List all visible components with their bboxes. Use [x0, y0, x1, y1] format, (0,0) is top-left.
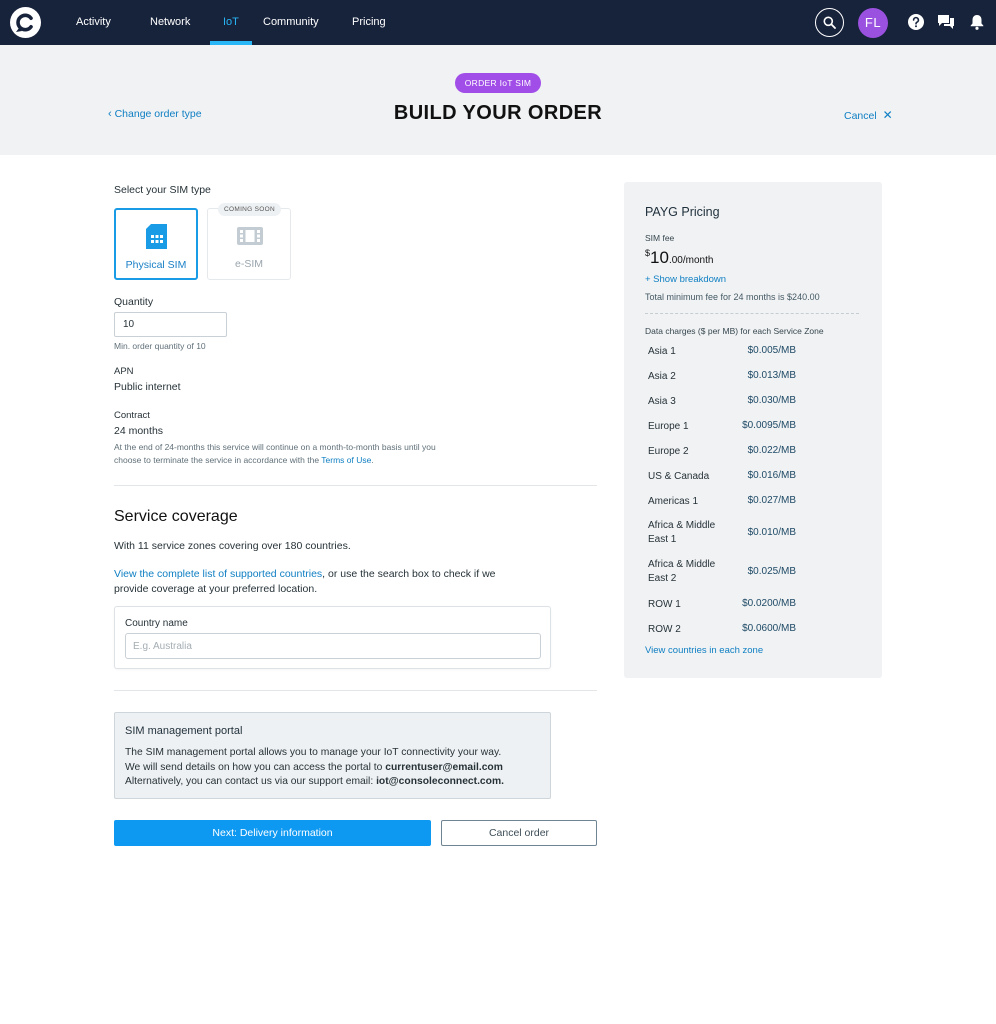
zone-name: Asia 3: [648, 396, 676, 407]
sim-type-heading: Select your SIM type: [114, 184, 211, 196]
order-type-badge: ORDER IoT SIM: [455, 73, 541, 93]
data-charges-heading: Data charges ($ per MB) for each Service…: [645, 326, 824, 336]
section-divider: [114, 690, 597, 691]
sim-card-icon: [146, 224, 167, 249]
help-icon[interactable]: [907, 13, 925, 31]
show-breakdown-link[interactable]: + Show breakdown: [645, 274, 726, 285]
nav-item-network[interactable]: Network: [150, 0, 190, 45]
contract-value: 24 months: [114, 425, 164, 437]
physical-sim-label: Physical SIM: [125, 259, 187, 271]
user-email: currentuser@email.com: [385, 761, 503, 773]
fee-minor: .00/month: [668, 255, 714, 266]
nav-item-iot[interactable]: IoT: [223, 0, 239, 45]
next-delivery-button[interactable]: Next: Delivery information: [114, 820, 431, 846]
quantity-input[interactable]: [114, 312, 227, 337]
order-header: ORDER IoT SIM BUILD YOUR ORDER ‹ Change …: [0, 45, 996, 155]
apn-label: APN: [114, 366, 134, 377]
chat-icon[interactable]: [937, 13, 955, 31]
payg-pricing-panel: PAYG Pricing SIM fee $10.00/month + Show…: [624, 182, 882, 678]
zone-price: $0.030/MB: [747, 395, 796, 406]
close-icon: ✕: [882, 108, 893, 122]
portal-text: The SIM management portal allows you to …: [125, 746, 545, 790]
zone-name: ROW 1: [648, 599, 681, 610]
zone-name: Asia 1: [648, 346, 676, 357]
zone-price: $0.0600/MB: [742, 623, 796, 634]
country-search-box: Country name: [114, 606, 551, 669]
top-navigation-bar: Activity Network IoT Community Pricing F…: [0, 0, 996, 45]
zone-price: $0.027/MB: [747, 495, 796, 506]
change-order-type-label: Change order type: [114, 108, 202, 120]
user-avatar[interactable]: FL: [858, 8, 888, 38]
cancel-link[interactable]: Cancel ✕: [844, 108, 893, 122]
zone-name: Africa & Middle East 2: [648, 559, 716, 584]
apn-value: Public internet: [114, 381, 181, 393]
search-button[interactable]: [815, 8, 844, 37]
console-connect-logo-icon[interactable]: [10, 7, 41, 38]
supported-countries-link[interactable]: View the complete list of supported coun…: [114, 568, 322, 580]
sim-fee-label: SIM fee: [645, 233, 675, 243]
zone-price: $0.013/MB: [747, 370, 796, 381]
contract-note-line2: choose to terminate the service in accor…: [114, 454, 322, 465]
coverage-summary: With 11 service zones covering over 180 …: [114, 540, 351, 552]
zone-name: US & Canada: [648, 471, 710, 482]
zone-price: $0.025/MB: [747, 566, 796, 577]
portal-line3: Alternatively, you can contact us via ou…: [125, 776, 377, 787]
chevron-left-icon: ‹: [108, 108, 112, 120]
cancel-label: Cancel: [844, 110, 877, 122]
portal-line1: The SIM management portal allows you to …: [125, 747, 502, 758]
zone-price: $0.022/MB: [747, 445, 796, 456]
coverage-description: View the complete list of supported coun…: [114, 567, 534, 597]
cancel-order-button[interactable]: Cancel order: [441, 820, 597, 846]
zone-name: Africa & Middle East 1: [648, 520, 716, 545]
contract-note-line1: At the end of 24-months this service wil…: [114, 442, 436, 452]
service-coverage-heading: Service coverage: [114, 508, 238, 525]
zone-name: ROW 2: [648, 624, 681, 635]
zone-name: Americas 1: [648, 496, 699, 507]
esim-icon: [237, 227, 263, 245]
country-name-label: Country name: [125, 618, 188, 629]
contract-label: Contract: [114, 410, 150, 421]
zone-name: Europe 2: [648, 446, 689, 457]
pricing-divider: [645, 313, 859, 314]
portal-line2: We will send details on how you can acce…: [125, 761, 386, 773]
section-divider: [114, 485, 597, 486]
nav-item-activity[interactable]: Activity: [76, 0, 111, 45]
nav-item-community[interactable]: Community: [263, 0, 319, 45]
sim-option-esim: e-SIM: [207, 208, 291, 280]
country-search-input[interactable]: [125, 633, 541, 659]
zone-name: Asia 2: [648, 371, 676, 382]
support-email: iot@consoleconnect.com.: [376, 776, 504, 787]
coverage-text-1: , or use the search box to check if we: [322, 568, 496, 580]
zone-price: $0.016/MB: [747, 470, 796, 481]
coming-soon-badge: COMING SOON: [218, 203, 281, 216]
sim-portal-info-box: SIM management portal The SIM management…: [114, 712, 551, 799]
contract-note: At the end of 24-months this service wil…: [114, 441, 594, 466]
zone-name: Europe 1: [648, 421, 689, 432]
quantity-label: Quantity: [114, 296, 154, 308]
zone-price: $0.010/MB: [747, 527, 796, 538]
nav-item-pricing[interactable]: Pricing: [352, 0, 386, 45]
coverage-text-2: provide coverage at your preferred locat…: [114, 583, 318, 595]
fee-major: 10: [650, 248, 669, 267]
bell-icon[interactable]: [968, 13, 986, 31]
total-minimum-fee: Total minimum fee for 24 months is $240.…: [645, 292, 820, 302]
zone-price: $0.0200/MB: [742, 598, 796, 609]
esim-label: e-SIM: [234, 258, 263, 270]
search-icon: [823, 16, 836, 29]
sim-option-physical[interactable]: Physical SIM: [114, 208, 198, 280]
contract-note-suffix: .: [371, 454, 374, 465]
zone-price: $0.0095/MB: [742, 420, 796, 431]
terms-of-use-link[interactable]: Terms of Use: [321, 455, 371, 465]
zone-price: $0.005/MB: [747, 345, 796, 356]
pricing-title: PAYG Pricing: [645, 205, 720, 219]
portal-title: SIM management portal: [125, 725, 243, 737]
view-countries-link[interactable]: View countries in each zone: [645, 645, 763, 656]
change-order-type-link[interactable]: ‹ Change order type: [108, 108, 202, 120]
sim-fee-amount: $10.00/month: [645, 248, 713, 268]
quantity-hint: Min. order quantity of 10: [114, 341, 206, 351]
